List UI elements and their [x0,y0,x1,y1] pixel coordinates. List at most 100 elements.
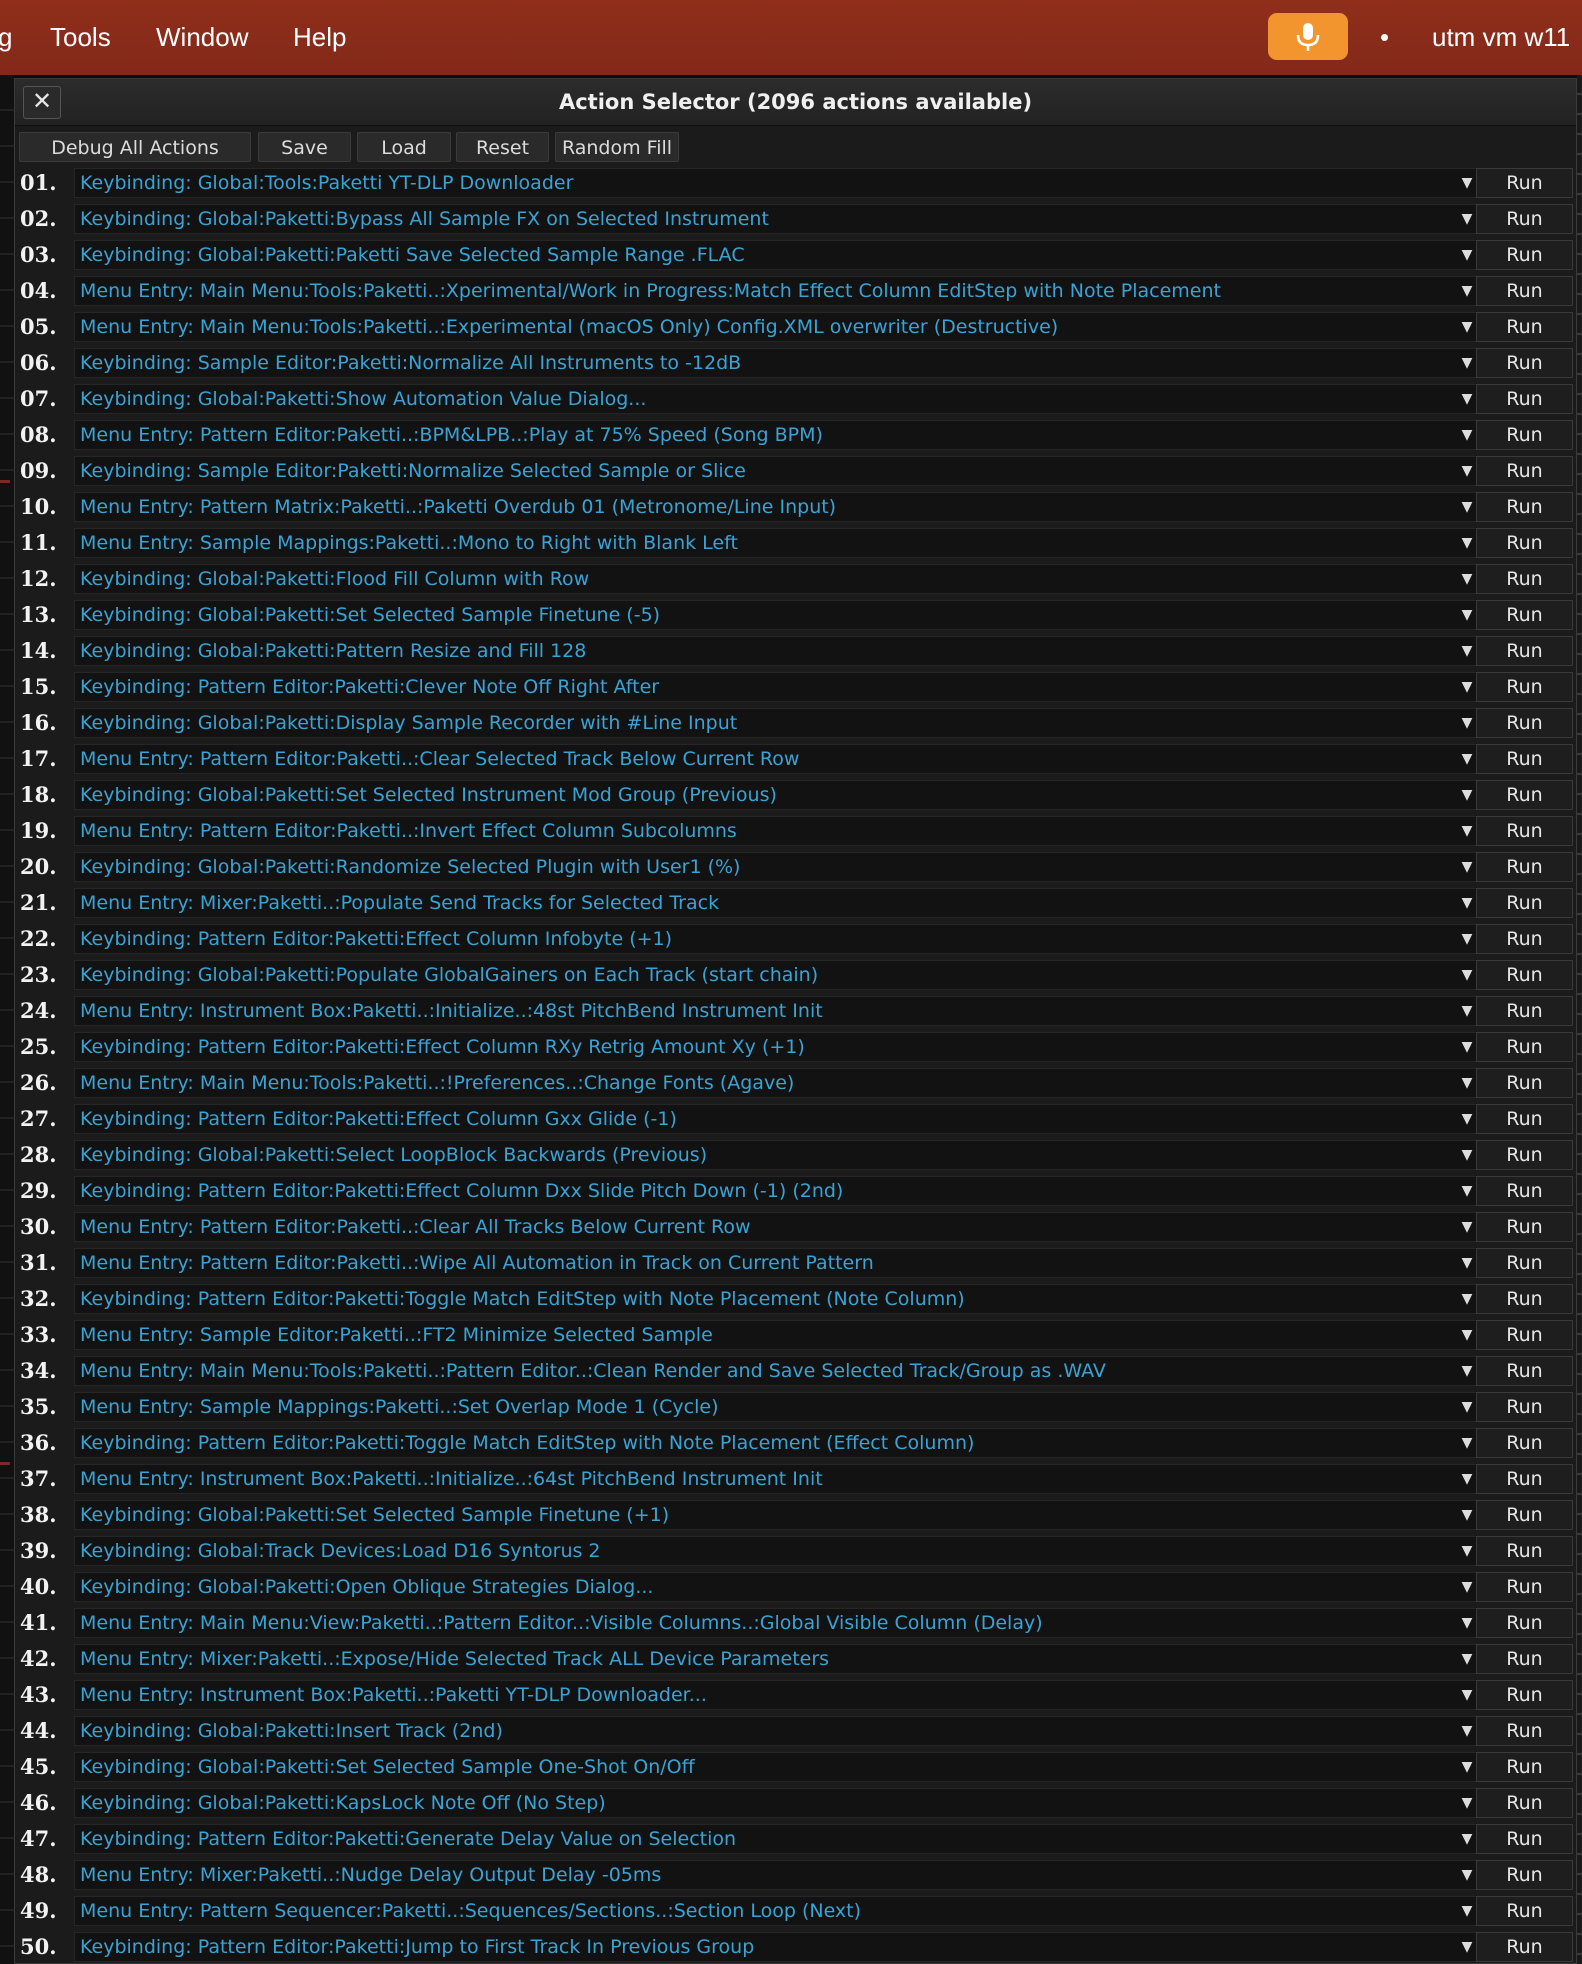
action-dropdown[interactable]: Menu Entry: Instrument Box:Paketti..:Ini… [74,1464,1484,1494]
action-dropdown[interactable]: Menu Entry: Main Menu:Tools:Paketti..:Ex… [74,312,1484,342]
run-button[interactable]: Run [1476,1392,1573,1422]
run-button[interactable]: Run [1476,1788,1573,1818]
action-dropdown[interactable]: Keybinding: Pattern Editor:Paketti:Effec… [74,924,1484,954]
run-button[interactable]: Run [1476,420,1573,450]
load-button[interactable]: Load [357,132,451,162]
action-dropdown[interactable]: Menu Entry: Pattern Sequencer:Paketti..:… [74,1896,1484,1926]
action-dropdown[interactable]: Keybinding: Pattern Editor:Paketti:Gener… [74,1824,1484,1854]
run-button[interactable]: Run [1476,816,1573,846]
run-button[interactable]: Run [1476,492,1573,522]
run-button[interactable]: Run [1476,924,1573,954]
action-dropdown[interactable]: Menu Entry: Pattern Editor:Paketti..:BPM… [74,420,1484,450]
dictation-button[interactable] [1268,13,1348,60]
action-dropdown[interactable]: Keybinding: Global:Paketti:Flood Fill Co… [74,564,1484,594]
action-dropdown[interactable]: Keybinding: Pattern Editor:Paketti:Cleve… [74,672,1484,702]
run-button[interactable]: Run [1476,672,1573,702]
action-dropdown[interactable]: Keybinding: Global:Paketti:Select LoopBl… [74,1140,1484,1170]
run-button[interactable]: Run [1476,1752,1573,1782]
action-dropdown[interactable]: Menu Entry: Instrument Box:Paketti..:Pak… [74,1680,1484,1710]
action-dropdown[interactable]: Keybinding: Global:Paketti:Set Selected … [74,1500,1484,1530]
run-button[interactable]: Run [1476,1104,1573,1134]
action-dropdown[interactable]: Menu Entry: Main Menu:Tools:Paketti..:Pa… [74,1356,1484,1386]
run-button[interactable]: Run [1476,1680,1573,1710]
run-button[interactable]: Run [1476,1608,1573,1638]
random-fill-button[interactable]: Random Fill [555,132,679,162]
run-button[interactable]: Run [1476,1536,1573,1566]
action-dropdown[interactable]: Menu Entry: Sample Editor:Paketti..:FT2 … [74,1320,1484,1350]
action-dropdown[interactable]: Keybinding: Sample Editor:Paketti:Normal… [74,456,1484,486]
run-button[interactable]: Run [1476,1716,1573,1746]
run-button[interactable]: Run [1476,1356,1573,1386]
run-button[interactable]: Run [1476,168,1573,198]
reset-button[interactable]: Reset [456,132,549,162]
run-button[interactable]: Run [1476,1500,1573,1530]
run-button[interactable]: Run [1476,636,1573,666]
action-dropdown[interactable]: Menu Entry: Pattern Editor:Paketti..:Wip… [74,1248,1484,1278]
run-button[interactable]: Run [1476,1140,1573,1170]
action-dropdown[interactable]: Keybinding: Pattern Editor:Paketti:Effec… [74,1032,1484,1062]
run-button[interactable]: Run [1476,1860,1573,1890]
menu-item-tools[interactable]: Tools [50,0,111,75]
action-dropdown[interactable]: Keybinding: Global:Paketti:Paketti Save … [74,240,1484,270]
save-button[interactable]: Save [258,132,351,162]
run-button[interactable]: Run [1476,600,1573,630]
run-button[interactable]: Run [1476,780,1573,810]
action-dropdown[interactable]: Menu Entry: Mixer:Paketti..:Nudge Delay … [74,1860,1484,1890]
menu-item-window[interactable]: Window [156,0,248,75]
action-dropdown[interactable]: Menu Entry: Main Menu:View:Paketti..:Pat… [74,1608,1484,1638]
menu-item-help[interactable]: Help [293,0,346,75]
action-dropdown[interactable]: Keybinding: Pattern Editor:Paketti:Effec… [74,1104,1484,1134]
run-button[interactable]: Run [1476,456,1573,486]
run-button[interactable]: Run [1476,852,1573,882]
run-button[interactable]: Run [1476,1572,1573,1602]
action-dropdown[interactable]: Keybinding: Global:Paketti:Randomize Sel… [74,852,1484,882]
action-dropdown[interactable]: Keybinding: Global:Paketti:Pattern Resiz… [74,636,1484,666]
run-button[interactable]: Run [1476,708,1573,738]
menu-item-partial[interactable]: g [0,0,12,75]
action-dropdown[interactable]: Keybinding: Global:Paketti:KapsLock Note… [74,1788,1484,1818]
run-button[interactable]: Run [1476,1176,1573,1206]
action-dropdown[interactable]: Menu Entry: Sample Mappings:Paketti..:Mo… [74,528,1484,558]
action-dropdown[interactable]: Menu Entry: Mixer:Paketti..:Populate Sen… [74,888,1484,918]
action-dropdown[interactable]: Keybinding: Global:Paketti:Bypass All Sa… [74,204,1484,234]
action-dropdown[interactable]: Menu Entry: Pattern Editor:Paketti..:Cle… [74,1212,1484,1242]
action-dropdown[interactable]: Keybinding: Global:Paketti:Set Selected … [74,600,1484,630]
run-button[interactable]: Run [1476,528,1573,558]
run-button[interactable]: Run [1476,1032,1573,1062]
action-dropdown[interactable]: Menu Entry: Pattern Editor:Paketti..:Inv… [74,816,1484,846]
action-dropdown[interactable]: Keybinding: Pattern Editor:Paketti:Jump … [74,1932,1484,1962]
action-dropdown[interactable]: Menu Entry: Pattern Matrix:Paketti..:Pak… [74,492,1484,522]
action-dropdown[interactable]: Keybinding: Global:Paketti:Set Selected … [74,1752,1484,1782]
run-button[interactable]: Run [1476,1068,1573,1098]
action-dropdown[interactable]: Menu Entry: Mixer:Paketti..:Expose/Hide … [74,1644,1484,1674]
run-button[interactable]: Run [1476,312,1573,342]
run-button[interactable]: Run [1476,1284,1573,1314]
run-button[interactable]: Run [1476,996,1573,1026]
run-button[interactable]: Run [1476,960,1573,990]
run-button[interactable]: Run [1476,1932,1573,1962]
action-dropdown[interactable]: Keybinding: Global:Paketti:Insert Track … [74,1716,1484,1746]
run-button[interactable]: Run [1476,888,1573,918]
action-dropdown[interactable]: Menu Entry: Instrument Box:Paketti..:Ini… [74,996,1484,1026]
close-button[interactable]: ✕ [23,86,61,119]
run-button[interactable]: Run [1476,1212,1573,1242]
action-dropdown[interactable]: Menu Entry: Sample Mappings:Paketti..:Se… [74,1392,1484,1422]
run-button[interactable]: Run [1476,1644,1573,1674]
action-dropdown[interactable]: Keybinding: Global:Paketti:Set Selected … [74,780,1484,810]
run-button[interactable]: Run [1476,744,1573,774]
action-dropdown[interactable]: Keybinding: Global:Track Devices:Load D1… [74,1536,1484,1566]
run-button[interactable]: Run [1476,276,1573,306]
run-button[interactable]: Run [1476,1248,1573,1278]
action-dropdown[interactable]: Keybinding: Global:Paketti:Display Sampl… [74,708,1484,738]
run-button[interactable]: Run [1476,1824,1573,1854]
run-button[interactable]: Run [1476,1464,1573,1494]
run-button[interactable]: Run [1476,1320,1573,1350]
run-button[interactable]: Run [1476,1428,1573,1458]
run-button[interactable]: Run [1476,240,1573,270]
run-button[interactable]: Run [1476,384,1573,414]
action-dropdown[interactable]: Keybinding: Global:Paketti:Populate Glob… [74,960,1484,990]
action-dropdown[interactable]: Keybinding: Global:Paketti:Show Automati… [74,384,1484,414]
action-dropdown[interactable]: Keybinding: Pattern Editor:Paketti:Effec… [74,1176,1484,1206]
run-button[interactable]: Run [1476,1896,1573,1926]
run-button[interactable]: Run [1476,564,1573,594]
